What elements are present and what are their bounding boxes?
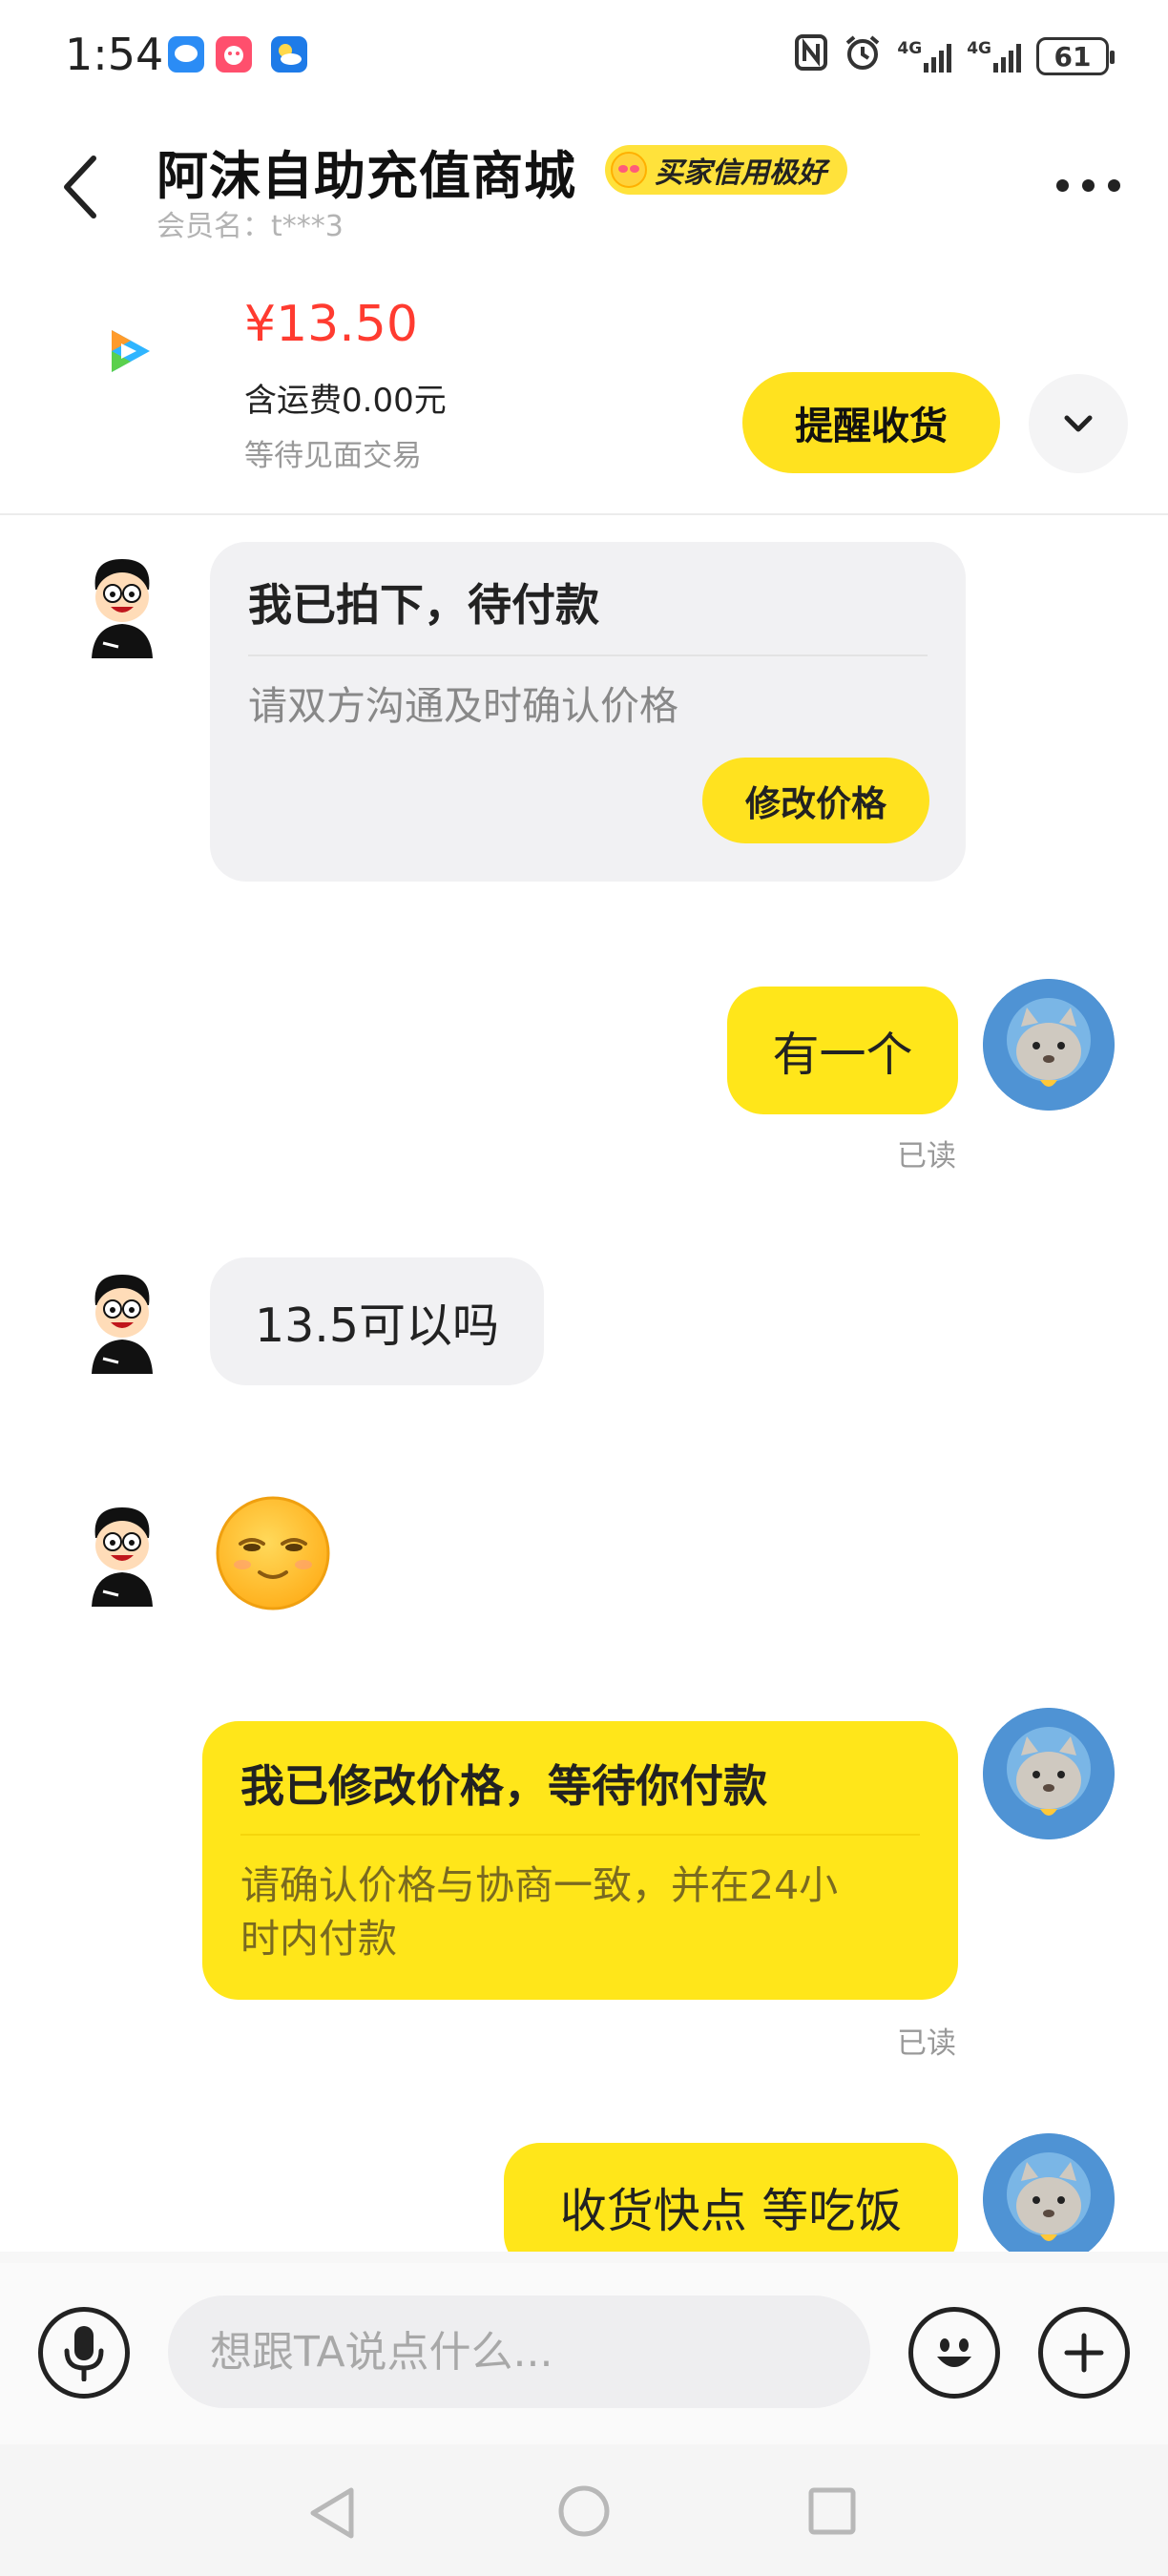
status-bar: 1:54 4G 4G 61: [0, 0, 1168, 113]
voice-button[interactable]: [38, 2307, 130, 2399]
more-dots-icon[interactable]: [1056, 179, 1120, 192]
order-created-card: 我已拍下，待付款 请双方沟通及时确认价格 修改价格: [210, 542, 966, 882]
card-title: 我已修改价格，等待你付款: [240, 1760, 767, 1812]
card-divider: [240, 1834, 920, 1836]
video-play-icon: [112, 330, 150, 372]
credit-badge-label: 买家信用极好: [655, 156, 826, 190]
smug-face-emoji: [214, 1494, 332, 1612]
my-message-bubble: 有一个: [727, 987, 958, 1114]
read-receipt: 已读: [897, 1139, 956, 1174]
price-changed-card: 我已修改价格，等待你付款 请确认价格与协商一致，并在24小 时内付款: [202, 1721, 958, 2000]
system-nav-bar: [0, 2444, 1168, 2576]
order-shipping: 含运费0.00元: [244, 382, 447, 420]
back-arrow-icon[interactable]: [57, 153, 103, 221]
header-divider: [0, 513, 1168, 515]
smiley-icon: [937, 2338, 971, 2367]
nav-back-icon[interactable]: [307, 2486, 357, 2544]
order-price: ¥13.50: [244, 296, 418, 353]
seller-avatar[interactable]: [74, 551, 170, 658]
microphone-icon: [64, 2326, 104, 2381]
message-notification-icon: [168, 36, 204, 73]
read-receipt: 已读: [897, 2026, 956, 2061]
chevron-down-icon: [1064, 415, 1093, 432]
product-thumbnail[interactable]: [69, 303, 191, 399]
edit-price-button[interactable]: 修改价格: [702, 758, 929, 843]
heart-eyes-emoji-icon: [611, 152, 647, 188]
seller-message-bubble: 13.5可以吗: [210, 1257, 544, 1385]
card-description-line-2: 时内付款: [240, 1916, 397, 1962]
nav-recents-icon[interactable]: [807, 2486, 857, 2540]
emoji-button[interactable]: [908, 2307, 1000, 2399]
seller-avatar[interactable]: [74, 1267, 170, 1374]
status-time: 1:54: [65, 29, 164, 80]
my-avatar[interactable]: [983, 2133, 1115, 2257]
signal-1-icon: 4G: [897, 40, 952, 73]
my-avatar[interactable]: [983, 979, 1115, 1111]
nfc-icon: [794, 33, 828, 80]
signal-2-icon: 4G: [967, 40, 1021, 73]
battery-icon: 61: [1036, 37, 1115, 75]
weather-notification-icon: [271, 36, 307, 73]
order-status: 等待见面交易: [244, 439, 422, 473]
card-divider: [248, 654, 928, 656]
alarm-icon: [844, 33, 882, 80]
expand-order-button[interactable]: [1029, 374, 1128, 473]
shop-name[interactable]: 阿沫自助充值商城: [156, 134, 576, 209]
remind-receive-button[interactable]: 提醒收货: [742, 372, 1000, 473]
nav-home-icon[interactable]: [557, 2484, 611, 2542]
app-notification-icon: [216, 36, 252, 73]
my-message-bubble: 收货快点 等吃饭: [504, 2143, 958, 2257]
plus-icon: [1064, 2333, 1104, 2373]
status-indicators: 4G 4G 61: [794, 32, 1115, 80]
credit-badge: 买家信用极好: [605, 145, 847, 195]
my-avatar[interactable]: [983, 1708, 1115, 1839]
card-title: 我已拍下，待付款: [248, 579, 599, 631]
last-message-clip: 收货快点 等吃饭: [0, 2133, 1168, 2257]
add-button[interactable]: [1038, 2307, 1130, 2399]
seller-avatar[interactable]: [74, 1500, 170, 1607]
card-description-line-1: 请确认价格与协商一致，并在24小: [240, 1862, 839, 1908]
message-input[interactable]: [168, 2296, 870, 2408]
card-description: 请双方沟通及时确认价格: [248, 683, 678, 729]
member-name: 会员名：t***3: [156, 210, 344, 243]
